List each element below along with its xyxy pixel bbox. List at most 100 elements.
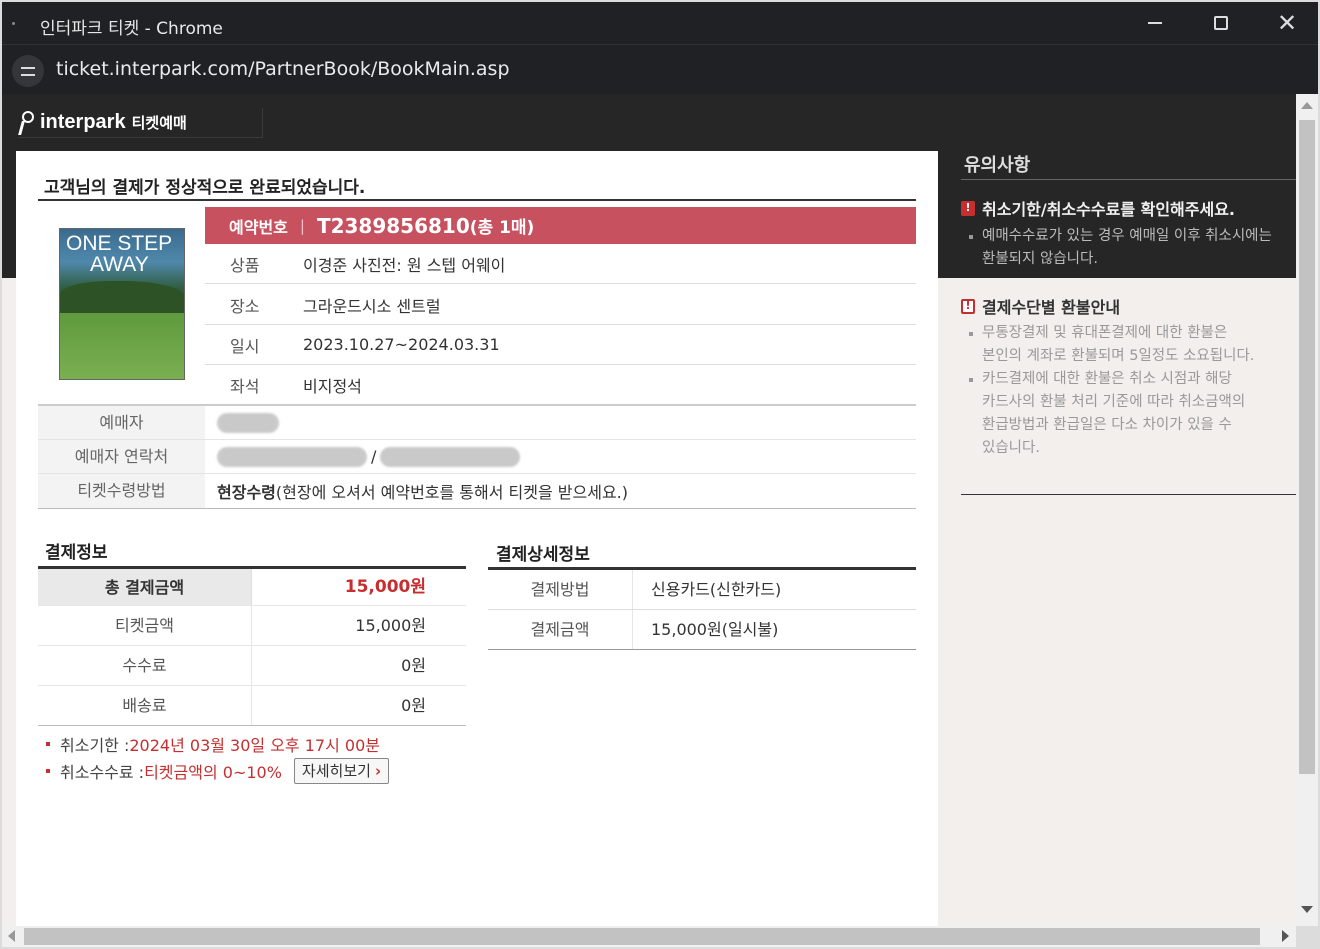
reservation-separator: | <box>299 216 305 235</box>
reservation-number: T2389856810 <box>316 213 470 238</box>
window-title: 인터파크 티켓 - Chrome <box>40 19 223 39</box>
notice-title: 유의사항 <box>964 155 1031 176</box>
cancel-deadline-label: 취소기한 : <box>60 735 130 755</box>
vertical-scroll-thumb[interactable] <box>1299 120 1315 774</box>
notice-divider <box>961 179 1296 180</box>
minimize-icon <box>1148 22 1162 24</box>
horizontal-scrollbar[interactable] <box>2 926 1296 947</box>
horizontal-scroll-thumb[interactable] <box>24 928 1260 945</box>
notice-item: 예매수수료가 있는 경우 예매일 이후 취소시에는 <box>968 225 1296 248</box>
redacted-name <box>217 412 279 433</box>
pay-label: 총 결제금액 <box>38 569 252 605</box>
redacted-phone <box>217 446 367 467</box>
payment-info-title: 결제정보 <box>45 543 108 563</box>
info-label: 좌석 <box>230 377 260 396</box>
contact-separator: / <box>371 447 377 466</box>
notice-heading-refund: ! 결제수단별 환불안내 <box>961 294 1120 318</box>
cancel-fee-label: 취소수수료 : <box>60 762 145 782</box>
scroll-up-icon[interactable] <box>1301 102 1313 109</box>
pay-row-total: 총 결제금액 15,000원 <box>38 569 466 606</box>
notice-heading-cancel: ! 취소기한/취소수수료를 확인해주세요. <box>961 196 1235 220</box>
buyer-label: 예매자 연락처 <box>38 440 205 473</box>
notice-item: 카드결제에 대한 환불은 취소 시점과 해당 <box>968 368 1296 391</box>
reservation-count: (총 1매) <box>469 218 535 238</box>
notice-heading-text: 결제수단별 환불안내 <box>982 298 1121 317</box>
buyer-row-pickup: 티켓수령방법 현장수령 (현장에 오셔서 예약번호를 통해서 티켓을 받으세요.… <box>38 474 916 508</box>
event-poster: ONE STEP AWAY <box>59 228 185 380</box>
pay-value: 15,000원 <box>355 616 426 635</box>
minimize-button[interactable] <box>1122 2 1188 44</box>
notice-item-cont: 있습니다. <box>982 440 1040 456</box>
bullet-icon <box>46 768 50 773</box>
detail-value: 15,000원(일시불) <box>651 620 779 639</box>
logo-icon <box>18 110 34 135</box>
more-details-button[interactable]: 자세히보기 › <box>293 757 390 784</box>
notice-item-cont: 환불되지 않습니다. <box>982 251 1098 267</box>
close-icon: ✕ <box>1276 9 1298 37</box>
page-viewport: interpark 티켓예매 고객님의 결제가 정상적으로 완료되었습니다. O… <box>2 94 1296 926</box>
maximize-button[interactable] <box>1188 2 1254 44</box>
notice-heading-text: 취소기한/취소수수료를 확인해주세요. <box>982 200 1236 219</box>
window-dot <box>12 22 15 25</box>
pay-value: 0원 <box>401 656 426 675</box>
detail-row-amount: 결제금액 15,000원(일시불) <box>488 610 916 650</box>
cancel-fee-note: 취소수수료 : 티켓금액의 0~10% 자세히보기 › <box>46 757 390 784</box>
page-title: 고객님의 결제가 정상적으로 완료되었습니다. <box>44 178 366 198</box>
notice-bottom-divider <box>961 494 1296 495</box>
buyer-name-redacted <box>205 406 916 439</box>
detail-row-method: 결제방법 신용카드(신한카드) <box>488 570 916 610</box>
window-titlebar: 인터파크 티켓 - Chrome ✕ <box>2 2 1318 44</box>
notice-item: 무통장결제 및 휴대폰결제에 대한 환불은 <box>968 322 1296 345</box>
info-row-seat: 좌석 비지정석 <box>205 365 916 405</box>
scroll-left-icon[interactable] <box>8 930 15 942</box>
more-details-label: 자세히보기 <box>301 762 371 780</box>
booking-complete-panel: 고객님의 결제가 정상적으로 완료되었습니다. ONE STEP AWAY 예약… <box>16 151 938 926</box>
detail-label: 결제방법 <box>488 570 633 609</box>
info-row-date: 일시 2023.10.27~2024.03.31 <box>205 325 916 365</box>
redacted-email <box>380 446 521 467</box>
info-value: 그라운드시소 센트럴 <box>303 296 441 316</box>
cancel-fee-value: 티켓금액의 0~10% <box>144 762 282 782</box>
detail-label: 결제금액 <box>488 610 633 649</box>
warning-icon: ! <box>961 200 975 216</box>
pay-row-shipping: 배송료 0원 <box>38 686 466 726</box>
cancel-deadline-note: 취소기한 : 2024년 03월 30일 오후 17시 00분 <box>46 731 389 756</box>
url-text[interactable]: ticket.interpark.com/PartnerBook/BookMai… <box>56 58 510 80</box>
pay-row-fee: 수수료 0원 <box>38 646 466 686</box>
notice-item-cont: 환급방법과 환급일은 다소 차이가 있을 수 <box>982 417 1232 433</box>
buyer-table: 예매자 예매자 연락처 / 티켓수령방법 현장수령 (현장에 오셔서 예약번호를… <box>38 404 916 509</box>
bullet-icon <box>46 741 50 746</box>
buyer-contact-redacted: / <box>205 440 916 473</box>
logo-brand: interpark <box>40 111 126 133</box>
info-value: 2023.10.27~2024.03.31 <box>303 335 500 354</box>
interpark-logo[interactable]: interpark 티켓예매 <box>18 108 263 138</box>
close-button[interactable]: ✕ <box>1254 2 1320 44</box>
pickup-method-detail: (현장에 오셔서 예약번호를 통해서 티켓을 받으세요.) <box>275 483 629 502</box>
pay-label: 배송료 <box>38 686 252 725</box>
info-label: 일시 <box>230 336 260 356</box>
scroll-down-icon[interactable] <box>1301 906 1313 913</box>
pay-row-ticket: 티켓금액 15,000원 <box>38 606 466 646</box>
reservation-number-bar: 예약번호 | T2389856810 (총 1매) <box>205 207 916 244</box>
notice-item-cont: 본인의 계좌로 환불되며 5일정도 소요됩니다. <box>982 348 1255 364</box>
poster-line2: AWAY <box>90 253 149 276</box>
info-value: 이경준 사진전: 원 스텝 어웨이 <box>303 255 506 275</box>
scroll-right-icon[interactable] <box>1282 930 1289 942</box>
buyer-label: 예매자 <box>38 406 205 439</box>
pickup-method: 현장수령 (현장에 오셔서 예약번호를 통해서 티켓을 받으세요.) <box>205 474 916 508</box>
pay-label: 티켓금액 <box>38 606 252 645</box>
detail-value: 신용카드(신한카드) <box>651 580 782 599</box>
buyer-row-name: 예매자 <box>38 406 916 440</box>
buyer-row-contact: 예매자 연락처 / <box>38 440 916 474</box>
info-row-venue: 장소 그라운드시소 센트럴 <box>205 285 916 325</box>
notice-panel: 유의사항 ! 취소기한/취소수수료를 확인해주세요. 예매수수료가 있는 경우 … <box>938 151 1296 926</box>
notice-item-cont: 카드사의 환불 처리 기준에 따라 취소금액의 <box>982 394 1246 410</box>
info-label: 상품 <box>230 255 260 275</box>
pickup-method-strong: 현장수령 <box>217 483 276 502</box>
pay-value: 0원 <box>401 696 426 715</box>
info-value: 비지정석 <box>303 377 362 396</box>
vertical-scrollbar[interactable] <box>1296 94 1318 926</box>
address-bar: ticket.interpark.com/PartnerBook/BookMai… <box>2 44 1318 94</box>
site-info-icon[interactable] <box>12 55 44 87</box>
maximize-icon <box>1214 16 1228 30</box>
